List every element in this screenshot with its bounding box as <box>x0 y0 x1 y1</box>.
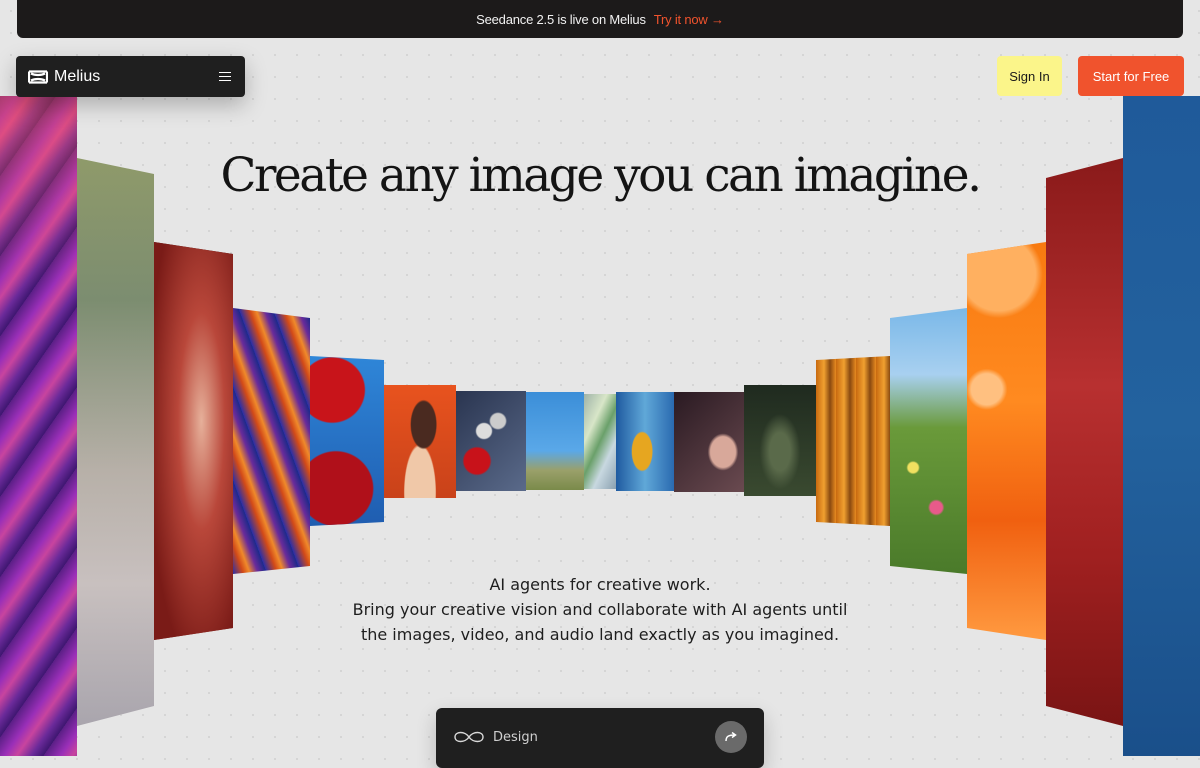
send-arrow-icon <box>725 732 737 742</box>
send-button[interactable] <box>715 721 747 753</box>
gallery-image-center-1 <box>456 391 526 491</box>
gallery-image-center-5 <box>674 392 744 492</box>
gallery-image-left-2 <box>77 158 154 726</box>
melius-logo[interactable]: Melius <box>28 68 100 86</box>
gallery-image-left-5 <box>310 356 384 526</box>
hero-headline: Create any image you can imagine. <box>220 148 982 203</box>
hamburger-menu-icon[interactable] <box>219 71 231 82</box>
prompt-box <box>436 708 764 768</box>
gallery-image-right-3 <box>967 242 1046 640</box>
gallery-image-left-6 <box>384 385 456 498</box>
announcement-text: Seedance 2.5 is live on Melius <box>476 11 646 27</box>
top-navigation: Melius <box>16 56 245 97</box>
subtitle-line-2: Bring your creative vision and collabora… <box>352 600 848 644</box>
try-it-now-link[interactable]: Try it now → <box>654 12 724 27</box>
gallery-image-center-4 <box>616 392 674 491</box>
gallery-image-right-2 <box>1046 158 1123 726</box>
gallery-image-left-4 <box>233 308 310 574</box>
infinity-icon[interactable] <box>452 730 486 744</box>
prompt-input[interactable] <box>493 726 713 748</box>
subtitle-line-1: AI agents for creative work. <box>489 575 711 594</box>
gallery-image-right-5 <box>816 356 890 526</box>
logo-text: Melius <box>54 67 101 85</box>
gallery-image-center-2 <box>526 392 584 490</box>
gallery-image-right-6 <box>744 385 816 496</box>
gallery-image-center-3 <box>584 394 616 489</box>
hero-subtitle: AI agents for creative work. Bring your … <box>350 572 850 647</box>
announcement-bar: Seedance 2.5 is live on Melius Try it no… <box>17 0 1183 38</box>
gallery-image-left-3 <box>154 242 233 640</box>
start-for-free-button[interactable]: Start for Free <box>1078 56 1184 96</box>
melius-logo-icon <box>28 69 48 84</box>
gallery-image-right-4 <box>890 308 967 574</box>
sign-in-button[interactable]: Sign In <box>997 56 1062 96</box>
